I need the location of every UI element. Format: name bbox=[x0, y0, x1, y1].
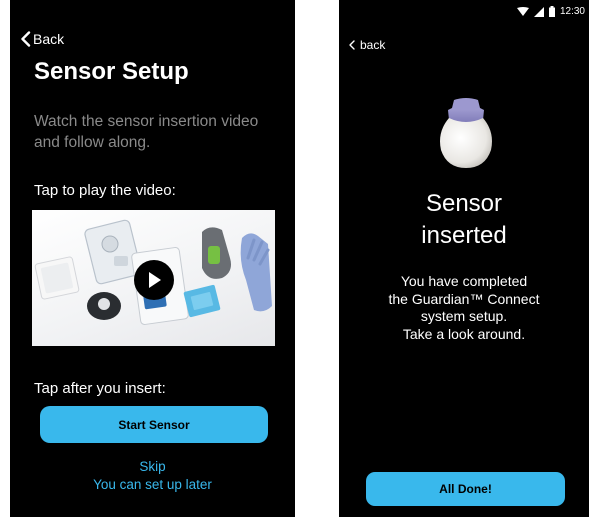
start-sensor-button[interactable]: Start Sensor bbox=[40, 406, 268, 443]
instruction-text: Watch the sensor insertion video and fol… bbox=[34, 113, 259, 151]
chevron-left-icon bbox=[349, 40, 355, 50]
completion-message: You have completed the Guardian™ Connect… bbox=[339, 273, 589, 343]
back-button[interactable]: back bbox=[349, 38, 385, 52]
title-line-1: Sensor bbox=[425, 190, 503, 217]
sensor-image bbox=[440, 98, 492, 168]
play-icon bbox=[149, 272, 161, 288]
back-label: back bbox=[360, 38, 386, 52]
page-title: Sensor inserted bbox=[339, 188, 589, 252]
back-button[interactable]: Back bbox=[20, 31, 64, 47]
all-done-button[interactable]: All Done! bbox=[366, 472, 565, 506]
battery-icon bbox=[548, 6, 555, 17]
page-title: Sensor Setup bbox=[34, 58, 189, 85]
chevron-left-icon bbox=[21, 31, 31, 47]
play-button[interactable] bbox=[134, 260, 174, 300]
status-time: 12:30 bbox=[559, 6, 585, 17]
skip-link[interactable]: Skip bbox=[10, 459, 295, 474]
back-label: Back bbox=[33, 31, 65, 47]
play-video-prompt: Tap to play the video: bbox=[34, 182, 176, 199]
insert-prompt: Tap after you insert: bbox=[34, 380, 166, 397]
message-line-2: the Guardian™ Connect bbox=[388, 290, 540, 307]
message-line-1: You have completed bbox=[400, 273, 528, 289]
sensor-inserted-screen: 12:30 back Sensor inserted You have comp… bbox=[339, 0, 589, 517]
title-line-2: inserted bbox=[421, 222, 507, 249]
insertion-video-thumbnail[interactable] bbox=[32, 210, 275, 346]
wifi-icon bbox=[516, 6, 529, 16]
status-bar: 12:30 bbox=[516, 6, 585, 17]
signal-icon bbox=[533, 6, 544, 17]
message-line-4: Take a look around. bbox=[402, 325, 526, 342]
message-line-3: system setup. bbox=[420, 308, 508, 324]
set-up-later-link[interactable]: You can set up later bbox=[10, 477, 295, 492]
sensor-setup-screen: Back Sensor Setup Watch the sensor inser… bbox=[10, 0, 295, 517]
